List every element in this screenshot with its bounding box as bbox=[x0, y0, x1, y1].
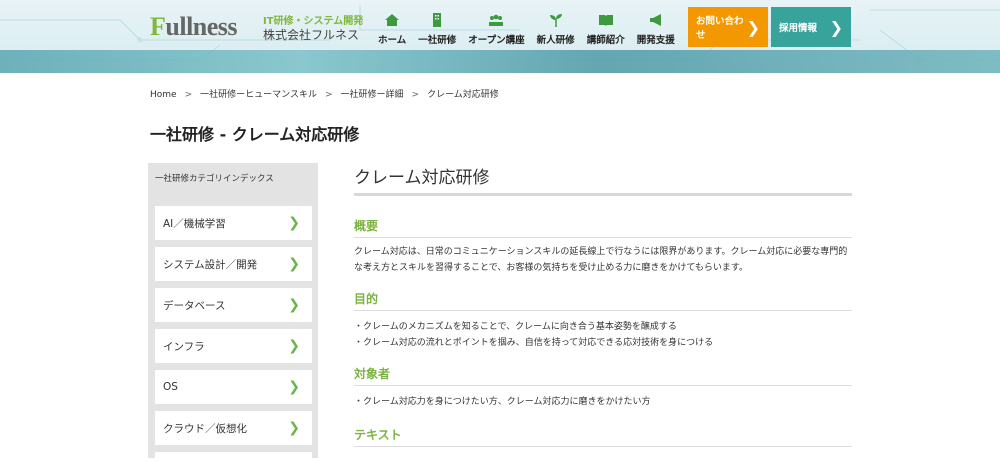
sidebar-item-database[interactable]: データベース ❯ bbox=[155, 288, 312, 322]
section-heading: 概要 bbox=[354, 217, 852, 238]
chevron-right-icon: ❯ bbox=[746, 17, 760, 37]
sidebar-heading: 一社研修カテゴリインデックス bbox=[155, 174, 274, 184]
global-nav: ホーム 一社研修 オープン講座 新人研修 講師紹介 開発支援 bbox=[378, 12, 687, 52]
breadcrumb-separator: > bbox=[184, 90, 193, 100]
main-content: クレーム対応研修 概要 クレーム対応は、日常のコミュニケーションスキルの延長線上… bbox=[354, 158, 852, 447]
sidebar-item-system-design[interactable]: システム設計／開発 ❯ bbox=[155, 247, 312, 281]
nav-home[interactable]: ホーム bbox=[378, 12, 406, 52]
chevron-right-icon: ❯ bbox=[288, 256, 300, 272]
sprout-icon bbox=[549, 14, 562, 27]
nav-label: 一社研修 bbox=[418, 35, 457, 46]
sidebar-item-label: データベース bbox=[163, 299, 226, 312]
sidebar-item-os[interactable]: OS ❯ bbox=[155, 370, 312, 404]
section-target: 対象者 ・クレーム対応力を身につけたい方、クレーム対応力に磨きをかけたい方 bbox=[354, 365, 852, 410]
nav-corporate-training[interactable]: 一社研修 bbox=[418, 12, 456, 52]
chevron-right-icon: ❯ bbox=[288, 215, 300, 231]
breadcrumb-separator: > bbox=[324, 90, 333, 100]
section-text: ・クレームのメカニズムを知ることで、クレームに向き合う基本姿勢を醸成する bbox=[354, 322, 677, 332]
section-textbook: テキスト bbox=[354, 426, 852, 447]
breadcrumb-separator: > bbox=[411, 90, 420, 100]
nav-label: 新人研修 bbox=[536, 35, 575, 46]
nav-development-support[interactable]: 開発支援 bbox=[637, 12, 675, 52]
logo-initial: F bbox=[150, 12, 166, 41]
logo-text: ullness bbox=[165, 12, 238, 41]
contact-label: お問い合わせ bbox=[696, 16, 744, 41]
section-text: ・クレーム対応の流れとポイントを掴み、自信を持って対応できる応対技術を身につける bbox=[354, 338, 714, 348]
nav-label: オープン講座 bbox=[468, 35, 525, 46]
nav-new-employee-training[interactable]: 新人研修 bbox=[537, 12, 575, 52]
sidebar-item-label: クラウド／仮想化 bbox=[163, 422, 247, 435]
nav-instructors[interactable]: 講師紹介 bbox=[587, 12, 625, 52]
breadcrumb: Home > 一社研修ーヒューマンスキル > 一社研修ー詳細 > クレーム対応研修 bbox=[150, 87, 499, 100]
contact-button[interactable]: お問い合わせ ❯ bbox=[688, 7, 768, 47]
section-purpose: 目的 ・クレームのメカニズムを知ることで、クレームに向き合う基本姿勢を醸成する … bbox=[354, 290, 852, 351]
site-header: Fullness IT研修・システム開発 株式会社フルネス ホーム 一社研修 オ… bbox=[0, 0, 1000, 73]
recruit-button[interactable]: 採用情報 ❯ bbox=[771, 7, 851, 47]
nav-label: 講師紹介 bbox=[586, 35, 625, 46]
sidebar-item-ai[interactable]: AI／機械学習 ❯ bbox=[155, 206, 312, 240]
sidebar-item-next[interactable] bbox=[155, 452, 312, 462]
section-text: ・クレーム対応力を身につけたい方、クレーム対応力に磨きをかけたい方 bbox=[354, 397, 651, 407]
logo-subtitle: IT研修・システム開発 bbox=[263, 16, 364, 27]
chevron-right-icon: ❯ bbox=[288, 420, 300, 436]
breadcrumb-current: クレーム対応研修 bbox=[427, 90, 499, 100]
nav-label: ホーム bbox=[378, 35, 407, 46]
home-icon bbox=[385, 14, 400, 26]
nav-open-course[interactable]: オープン講座 bbox=[468, 12, 525, 52]
category-sidebar: 一社研修カテゴリインデックス AI／機械学習 ❯ システム設計／開発 ❯ データベー… bbox=[148, 163, 318, 462]
section-heading: テキスト bbox=[354, 426, 852, 447]
breadcrumb-home[interactable]: Home bbox=[150, 90, 177, 100]
section-overview: 概要 クレーム対応は、日常のコミュニケーションスキルの延長線上で行なうには限界が… bbox=[354, 217, 852, 276]
chevron-right-icon: ❯ bbox=[288, 338, 300, 354]
sidebar-item-label: OS bbox=[163, 381, 178, 393]
section-text: クレーム対応は、日常のコミュニケーションスキルの延長線上で行なうには限界がありま… bbox=[354, 247, 848, 273]
sidebar-item-cloud[interactable]: クラウド／仮想化 ❯ bbox=[155, 411, 312, 445]
megaphone-icon bbox=[649, 14, 661, 26]
recruit-label: 採用情報 bbox=[779, 23, 818, 34]
chevron-right-icon: ❯ bbox=[288, 297, 300, 313]
sidebar-item-label: AI／機械学習 bbox=[163, 217, 226, 230]
sidebar-item-infra[interactable]: インフラ ❯ bbox=[155, 329, 312, 363]
breadcrumb-human-skill[interactable]: 一社研修ーヒューマンスキル bbox=[200, 90, 317, 100]
chevron-right-icon: ❯ bbox=[829, 17, 843, 37]
breadcrumb-detail[interactable]: 一社研修ー詳細 bbox=[341, 90, 404, 100]
sidebar-item-label: インフラ bbox=[163, 340, 205, 353]
page-title: 一社研修 - クレーム対応研修 bbox=[150, 125, 360, 144]
book-icon bbox=[598, 15, 613, 26]
chevron-right-icon: ❯ bbox=[288, 379, 300, 395]
company-name: 株式会社フルネス bbox=[263, 28, 360, 42]
header-band bbox=[0, 50, 1000, 73]
sidebar-item-label: システム設計／開発 bbox=[163, 258, 258, 271]
nav-label: 開発支援 bbox=[636, 35, 675, 46]
building-icon bbox=[433, 13, 442, 27]
logo[interactable]: Fullness bbox=[150, 12, 238, 42]
course-title: クレーム対応研修 bbox=[354, 158, 852, 196]
people-icon bbox=[489, 14, 504, 26]
section-heading: 対象者 bbox=[354, 365, 852, 386]
section-heading: 目的 bbox=[354, 290, 852, 311]
